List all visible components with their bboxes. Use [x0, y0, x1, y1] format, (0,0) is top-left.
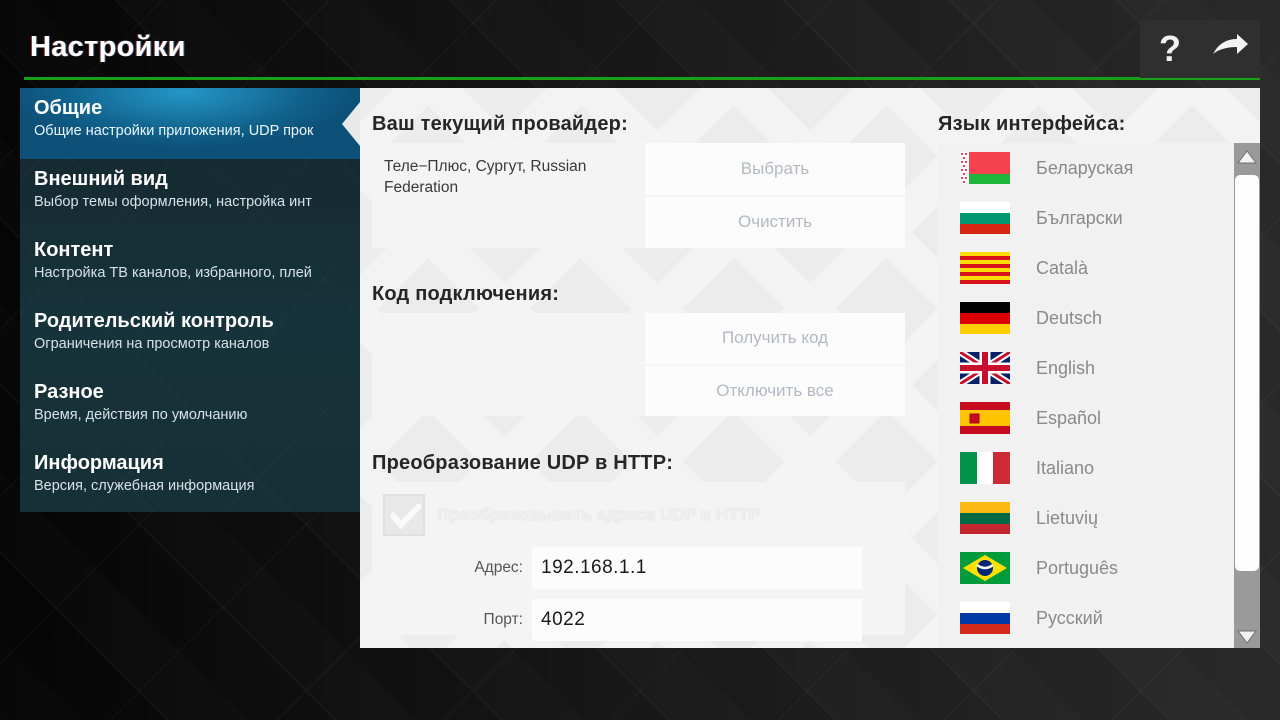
provider-value: Теле−Плюс, Сургут, Russian Federation [384, 158, 587, 196]
sidebar-item-1[interactable]: Внешний вид Выбор темы оформления, настро… [20, 159, 360, 230]
sidebar-item-3[interactable]: Родительский контроль Ограничения на прос… [20, 301, 360, 372]
connection-code-heading: Код подключения: [372, 283, 560, 305]
language-name: Русский [1036, 607, 1103, 628]
provider-heading: Ваш текущий провайдер: [372, 113, 628, 135]
help-button[interactable]: ? [1144, 23, 1196, 75]
sidebar-item-4[interactable]: Разное Время, действия по умолчанию [20, 372, 360, 443]
sidebar-item-title: Контент [34, 239, 114, 261]
language-heading: Язык интерфейса: [938, 113, 1126, 135]
flag-lt-icon [960, 502, 1010, 534]
language-name: English [1036, 357, 1096, 378]
scrollbar-thumb[interactable] [1235, 175, 1259, 571]
scroll-down-arrow-icon[interactable] [1234, 623, 1260, 648]
udp-address-row: Адрес: 192.168.1.1 [372, 547, 905, 589]
sidebar-item-subtitle: Выбор темы оформления, настройка инт [34, 194, 312, 210]
udp-port-row: Порт: 4022 [372, 599, 905, 641]
language-name: Беларуская [1036, 157, 1134, 178]
provider-actions: Выбрать Очистить [645, 143, 905, 248]
app-header: Настройки ? [0, 0, 1280, 86]
question-mark-icon: ? [1159, 28, 1181, 69]
udp-port-label: Порт: [483, 611, 523, 628]
udp-address-input[interactable]: 192.168.1.1 [532, 547, 862, 589]
flag-de-icon [960, 302, 1010, 334]
connection-code-actions: Получить код Отключить все [645, 313, 905, 416]
provider-card: Теле−Плюс, Сургут, Russian Federation Вы… [372, 143, 905, 248]
udp-heading: Преобразование UDP в HTTP: [372, 452, 674, 474]
flag-es-icon [960, 402, 1010, 434]
get-code-button[interactable]: Получить код [645, 313, 905, 364]
language-list[interactable]: Беларуская Български Català Deutsch English E… [938, 143, 1230, 648]
sidebar-item-title: Информация [34, 452, 164, 474]
sidebar-item-title: Разное [34, 381, 104, 403]
page-title: Настройки [30, 31, 186, 63]
flag-bg-icon [960, 202, 1010, 234]
udp-address-label: Адрес: [474, 559, 523, 576]
language-list-item[interactable]: Català [938, 243, 1230, 293]
disable-all-button[interactable]: Отключить все [645, 365, 905, 416]
language-list-item[interactable]: Русский [938, 593, 1230, 643]
sidebar-item-subtitle: Время, действия по умолчанию [34, 407, 248, 423]
provider-section: Ваш текущий провайдер: Теле−Плюс, Сургут… [372, 113, 905, 248]
language-list-container: Беларуская Български Català Deutsch English E… [938, 143, 1260, 648]
language-list-item[interactable]: Lietuvių [938, 493, 1230, 543]
settings-content-panel: Ваш текущий провайдер: Теле−Плюс, Сургут… [360, 88, 1260, 648]
udp-checkbox-label: Преобразовывать адреса UDP в HTTP [437, 505, 761, 524]
flag-ru-icon [960, 602, 1010, 634]
connection-code-section: Код подключения: Получить код Отключить … [372, 283, 905, 416]
exit-button[interactable] [1204, 23, 1256, 75]
sidebar-item-subtitle: Версия, служебная информация [34, 478, 255, 494]
language-name: Português [1036, 557, 1119, 578]
language-name: Español [1036, 407, 1102, 428]
flag-cat-icon [960, 252, 1010, 284]
clear-provider-button[interactable]: Очистить [645, 196, 905, 248]
connection-code-card: Получить код Отключить все [372, 313, 905, 416]
sidebar-item-2[interactable]: Контент Настройка ТВ каналов, избранного,… [20, 230, 360, 301]
flag-br-icon [960, 552, 1010, 584]
flag-gb-icon [960, 352, 1010, 384]
sidebar-item-subtitle: Общие настройки приложения, UDP прок [34, 123, 314, 139]
sidebar-item-title: Внешний вид [34, 168, 168, 190]
arrow-right-icon [1210, 32, 1250, 67]
connection-code-spacer [372, 313, 645, 416]
header-button-group: ? [1140, 20, 1260, 78]
language-name: Lietuvių [1036, 507, 1099, 528]
udp-checkbox-row[interactable]: Преобразовывать адреса UDP в HTTP [372, 493, 905, 537]
language-name: Български [1036, 207, 1123, 228]
sidebar-item-5[interactable]: Информация Версия, служебная информация [20, 443, 360, 512]
udp-card: Преобразовывать адреса UDP в HTTP Адрес:… [372, 482, 905, 641]
language-name: Italiano [1036, 457, 1095, 478]
scroll-up-arrow-icon[interactable] [1234, 143, 1260, 171]
language-list-item[interactable]: English [938, 343, 1230, 393]
flag-by-icon [960, 152, 1010, 184]
language-name: Català [1036, 257, 1089, 278]
language-list-item[interactable]: Беларуская [938, 143, 1230, 193]
sidebar-item-title: Родительский контроль [34, 310, 274, 332]
sidebar-item-title: Общие [34, 97, 103, 119]
language-list-item[interactable]: Български [938, 193, 1230, 243]
language-list-item[interactable]: Português [938, 543, 1230, 593]
sidebar-item-subtitle: Настройка ТВ каналов, избранного, плей [34, 265, 312, 281]
sidebar-item-subtitle: Ограничения на просмотр каналов [34, 336, 270, 352]
udp-section: Преобразование UDP в HTTP: Преобразовыва… [372, 452, 905, 641]
language-scrollbar[interactable] [1230, 143, 1260, 648]
language-name: Deutsch [1036, 307, 1103, 328]
udp-port-input[interactable]: 4022 [532, 599, 862, 641]
sidebar-item-0[interactable]: Общие Общие настройки приложения, UDP про… [20, 88, 360, 159]
language-list-item[interactable]: Deutsch [938, 293, 1230, 343]
header-accent-line [24, 77, 1260, 80]
udp-convert-checkbox[interactable] [383, 494, 425, 536]
select-provider-button[interactable]: Выбрать [645, 143, 905, 195]
flag-it-icon [960, 452, 1010, 484]
language-list-item[interactable]: Italiano [938, 443, 1230, 493]
language-list-item[interactable]: Español [938, 393, 1230, 443]
settings-sidebar[interactable]: Общие Общие настройки приложения, UDP про… [20, 88, 360, 512]
language-section: Язык интерфейса: Беларуская Български Cata… [938, 113, 1260, 648]
